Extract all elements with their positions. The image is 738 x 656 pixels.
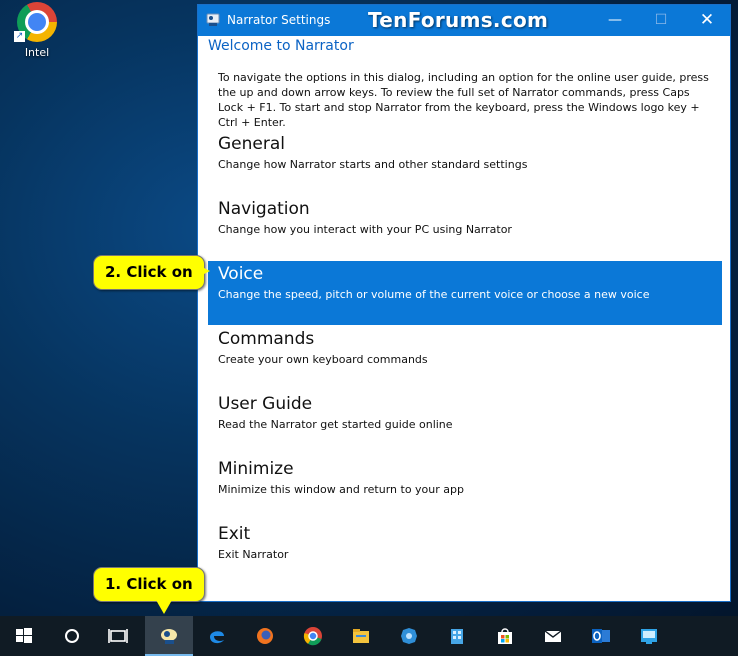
narrator-app-icon	[206, 13, 220, 26]
menu-item-description: Exit Narrator	[218, 548, 289, 561]
menu-item-title: Voice	[218, 264, 264, 284]
menu-item-general[interactable]: General Change how Narrator starts and o…	[208, 134, 722, 198]
shortcut-arrow-icon: ↗	[14, 31, 25, 42]
screen-app-icon	[641, 629, 657, 644]
start-button[interactable]	[0, 616, 48, 656]
menu-item-description: Read the Narrator get started guide onli…	[218, 418, 453, 431]
menu-item-title: Commands	[218, 329, 315, 349]
taskbar-chrome[interactable]	[289, 616, 337, 656]
menu-item-exit[interactable]: Exit Exit Narrator	[208, 524, 722, 588]
desktop-shortcut-intel[interactable]: ↗ Intel	[10, 0, 64, 59]
menu-item-description: Change how Narrator starts and other sta…	[218, 158, 528, 171]
gear-app-icon	[401, 628, 417, 644]
maximize-button[interactable]: ☐	[638, 5, 684, 36]
minimize-button[interactable]: —	[592, 5, 638, 36]
chrome-icon	[303, 627, 322, 646]
menu-item-commands[interactable]: Commands Create your own keyboard comman…	[208, 329, 722, 393]
narrator-icon	[161, 629, 177, 644]
menu-item-title: Exit	[218, 524, 251, 544]
menu-item-description: Change how you interact with your PC usi…	[218, 223, 512, 236]
menu-item-title: Minimize	[218, 459, 294, 479]
task-view-button[interactable]	[94, 616, 142, 656]
close-button[interactable]: ✕	[684, 5, 730, 36]
folder-icon	[353, 629, 369, 643]
edge-icon	[210, 631, 224, 644]
taskbar-store[interactable]	[481, 616, 529, 656]
taskbar-outlook[interactable]	[577, 616, 625, 656]
menu-item-title: General	[218, 134, 285, 154]
menu-item-description: Minimize this window and return to your …	[218, 483, 464, 496]
menu-item-title: User Guide	[218, 394, 313, 414]
callout-pointer-down	[156, 600, 172, 614]
window-title: Narrator Settings	[227, 13, 331, 27]
menu-item-description: Create your own keyboard commands	[218, 353, 428, 366]
intro-text: To navigate the options in this dialog, …	[218, 71, 709, 129]
taskbar-app-blue[interactable]	[385, 616, 433, 656]
firefox-icon	[257, 628, 273, 644]
watermark-text: TenForums.com	[368, 8, 549, 32]
task-view-icon	[108, 629, 128, 643]
outlook-icon	[592, 629, 610, 643]
taskbar-mail[interactable]	[529, 616, 577, 656]
page-title: Welcome to Narrator	[208, 38, 354, 54]
building-icon	[451, 629, 463, 644]
menu-item-minimize[interactable]: Minimize Minimize this window and return…	[208, 459, 722, 523]
callout-step-1: 1. Click on	[93, 567, 205, 602]
taskbar-narrator[interactable]	[145, 616, 193, 656]
window-content: Welcome to Narrator To navigate the opti…	[198, 36, 730, 601]
store-bag-icon	[498, 628, 512, 644]
taskbar-app-screen[interactable]	[625, 616, 673, 656]
taskbar-app-building[interactable]	[433, 616, 481, 656]
callout-pointer-right	[196, 264, 210, 278]
desktop-shortcut-label: Intel	[24, 46, 50, 59]
callout-step-2: 2. Click on	[93, 255, 205, 290]
menu-item-voice[interactable]: Voice Change the speed, pitch or volume …	[208, 261, 722, 325]
narrator-settings-window: Narrator Settings TenForums.com — ☐ ✕ We…	[197, 4, 731, 602]
taskbar-edge[interactable]	[193, 616, 241, 656]
windows-logo-icon	[16, 628, 32, 643]
menu-item-description: Change the speed, pitch or volume of the…	[218, 288, 650, 301]
menu-item-navigation[interactable]: Navigation Change how you interact with …	[208, 199, 722, 263]
menu-item-title: Navigation	[218, 199, 310, 219]
mail-icon	[544, 630, 562, 642]
taskbar-file-explorer[interactable]	[337, 616, 385, 656]
menu-item-user-guide[interactable]: User Guide Read the Narrator get started…	[208, 394, 722, 458]
maximize-icon: ☐	[654, 12, 668, 28]
taskbar-firefox[interactable]	[241, 616, 289, 656]
cortana-search-button[interactable]	[48, 616, 96, 656]
minimize-icon: —	[608, 12, 622, 28]
cortana-circle-icon	[65, 629, 79, 643]
window-titlebar[interactable]: Narrator Settings TenForums.com — ☐ ✕	[198, 5, 730, 36]
close-icon: ✕	[699, 10, 715, 30]
taskbar	[0, 616, 738, 656]
